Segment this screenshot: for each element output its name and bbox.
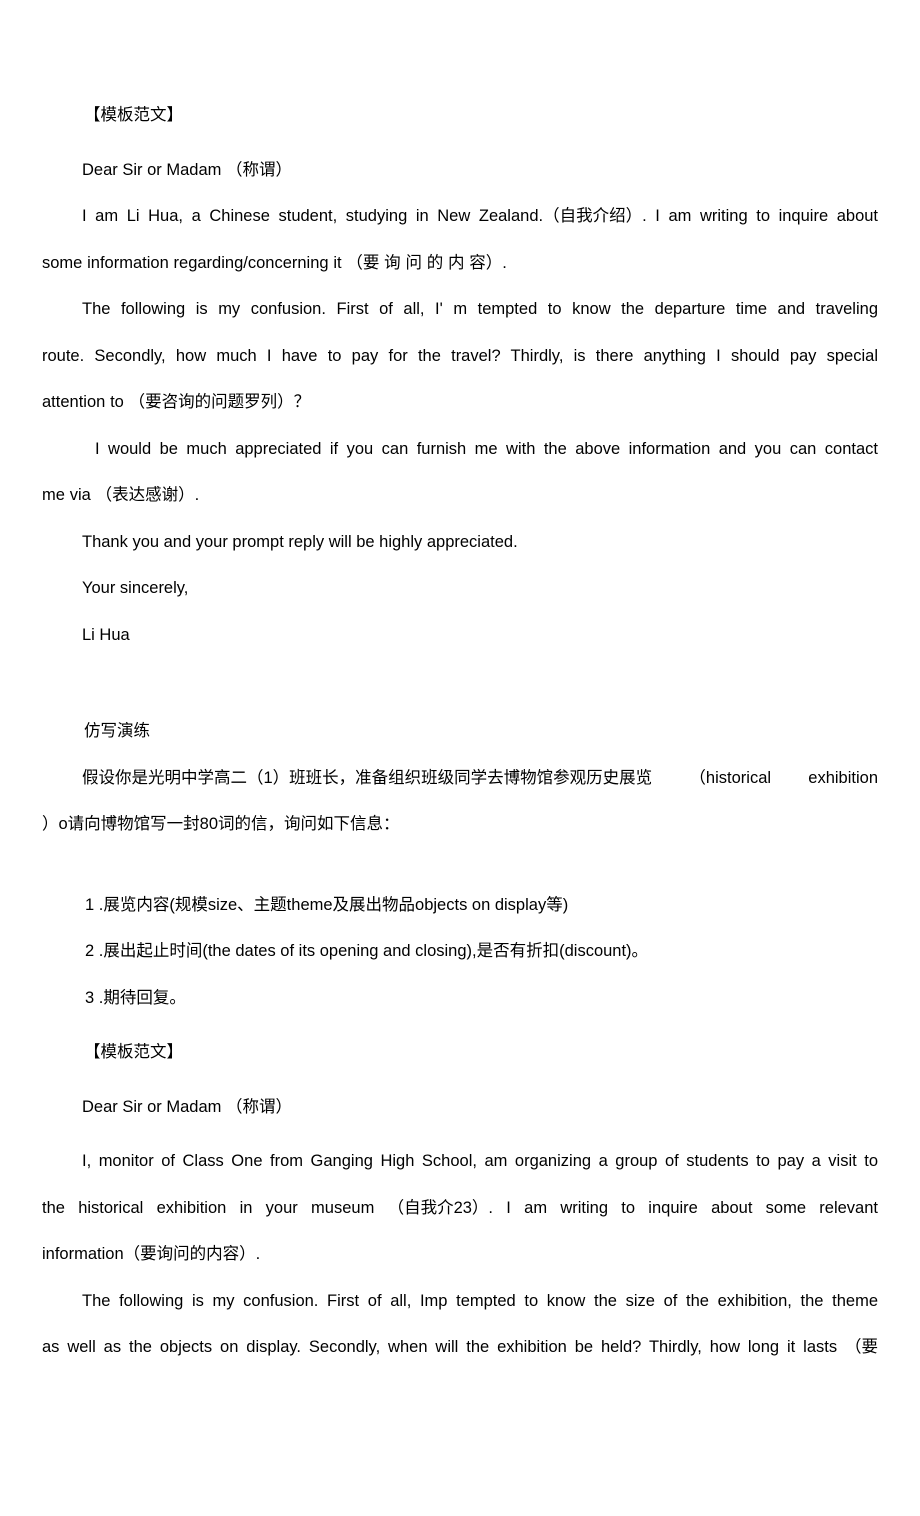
body-paragraph-4-line-2: the historical exhibition in your museum…: [42, 1198, 878, 1217]
body-paragraph-2-line-1: The following is my confusion. First of …: [82, 300, 878, 318]
task-item: 2 .展出起止时间(the dates of its opening and c…: [85, 942, 649, 960]
body-paragraph-4-line-3: information（要询问的内容）.: [42, 1245, 261, 1263]
document-content: 【模板范文】 Dear Sir or Madam （称谓） I am Li Hu…: [42, 92, 878, 1371]
closing-line: Your sincerely,: [82, 579, 189, 597]
thanks-line: Thank you and your prompt reply will be …: [82, 532, 518, 551]
practice-prompt-line-1: 假设你是光明中学高二（1）班班长，准备组织班级同学去博物馆参观历史展览 （his…: [82, 768, 878, 787]
template-heading-2: 【模板范文】: [84, 1043, 183, 1061]
salutation-2: Dear Sir or Madam （称谓）: [82, 1097, 292, 1116]
body-paragraph-4-line-1: I, monitor of Class One from Ganging Hig…: [82, 1152, 878, 1170]
body-paragraph-2-line-2: route. Secondly, how much I have to pay …: [42, 346, 878, 365]
template-heading-1: 【模板范文】: [84, 106, 183, 124]
body-paragraph-5-line-1: The following is my confusion. First of …: [82, 1291, 878, 1310]
practice-heading: 仿写演练: [84, 722, 150, 740]
body-paragraph-3-line-1: I would be much appreciated if you can f…: [95, 439, 878, 458]
body-paragraph-1-line-2: some information regarding/concerning it…: [42, 253, 507, 272]
task-item: 1 .展览内容(规模size、主题theme及展出物品objects on di…: [85, 895, 569, 914]
document-page: 【模板范文】 Dear Sir or Madam （称谓） I am Li Hu…: [0, 0, 920, 1516]
salutation-1: Dear Sir or Madam （称谓）: [82, 160, 292, 179]
body-paragraph-2-line-3: attention to （要咨询的问题罗列）？: [42, 393, 311, 411]
body-paragraph-1-line-1: I am Li Hua, a Chinese student, studying…: [82, 207, 879, 225]
practice-prompt-line-2: ）o请向博物馆写一封80词的信，询问如下信息：: [42, 815, 400, 833]
signature-line: Li Hua: [82, 625, 130, 644]
task-item: 3 .期待回复。: [85, 988, 186, 1007]
body-paragraph-5-line-2: as well as the objects on display. Secon…: [42, 1338, 878, 1356]
body-paragraph-3-line-2: me via （表达感谢）.: [42, 486, 200, 504]
